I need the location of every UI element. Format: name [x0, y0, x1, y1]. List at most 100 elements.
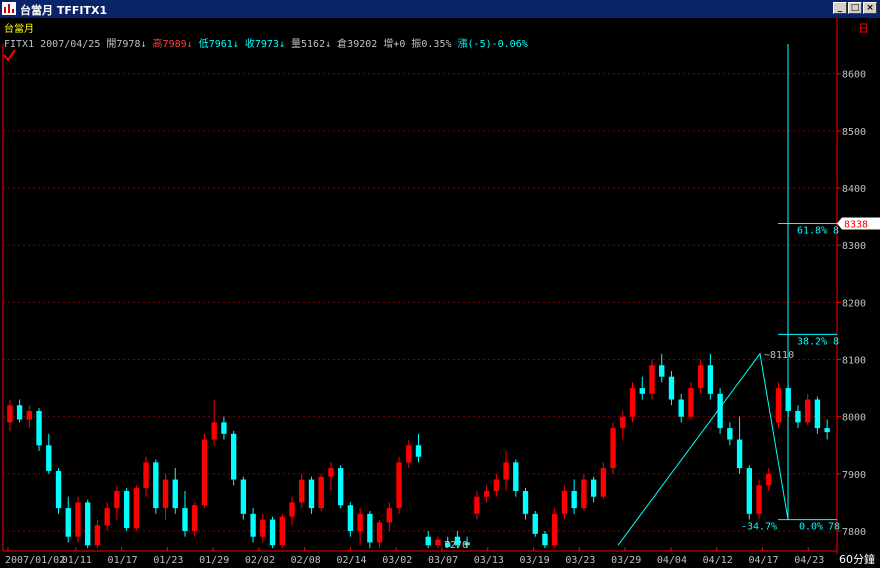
- candle-body: [46, 445, 52, 471]
- candle-body: [376, 522, 383, 543]
- candle-body: [221, 422, 227, 434]
- candle-body: [629, 388, 636, 417]
- volume-arrow: ↓: [325, 39, 332, 50]
- candle-body: [396, 462, 402, 509]
- candlestick-chart[interactable]: 61.8%38.2%0.0%-34.7% 7888 780079008000810…: [0, 0, 880, 568]
- current-price-label: 8338: [844, 219, 868, 230]
- oi-value: 39202: [347, 39, 378, 50]
- y-tick-label: 8100: [842, 356, 866, 367]
- candle-body: [260, 519, 266, 537]
- candle-body: [16, 405, 23, 420]
- candle-body: [133, 488, 140, 529]
- x-tick-label: 04/17: [748, 555, 778, 566]
- low-label: 低: [198, 39, 209, 50]
- candle-body: [328, 468, 334, 477]
- candle-body: [143, 462, 149, 489]
- candle-body: [85, 502, 91, 546]
- fib-cut-marker: 8: [833, 225, 839, 236]
- candle-body: [795, 410, 801, 423]
- x-tick-label: 01/11: [62, 555, 92, 566]
- candle-body: [522, 490, 529, 514]
- candle-body: [552, 513, 558, 546]
- candle-body: [201, 439, 208, 506]
- candle-body: [513, 462, 519, 491]
- candle-body: [756, 485, 762, 514]
- open-value: 7978: [116, 39, 141, 50]
- fib-level-label: 0.0%: [799, 522, 823, 533]
- close-value: 7973: [254, 39, 279, 50]
- high-arrow: ↓: [186, 39, 193, 50]
- candle-body: [425, 536, 431, 546]
- x-tick-label: 03/13: [474, 555, 504, 566]
- candle-body: [697, 365, 704, 389]
- check-icon: [3, 49, 16, 62]
- candle-body: [289, 502, 295, 517]
- candle-body: [114, 490, 120, 509]
- candle-body: [775, 388, 782, 423]
- candle-body: [367, 513, 373, 543]
- candle-body: [192, 505, 198, 531]
- x-tick-label: 03/23: [565, 555, 595, 566]
- period-label[interactable]: 60分鐘: [839, 552, 875, 566]
- fib-level-label: 61.8%: [797, 225, 827, 236]
- candle-body: [503, 462, 509, 480]
- fibonacci-retracement[interactable]: 61.8%38.2%0.0%-34.7% 7888: [617, 44, 840, 546]
- x-tick-label: 2007/01/02: [5, 555, 65, 566]
- minimize-button[interactable]: _: [833, 2, 847, 14]
- candle-body: [590, 479, 597, 497]
- high-label: 高: [152, 39, 163, 50]
- candle-body: [746, 468, 752, 514]
- candle-body: [75, 502, 81, 537]
- x-tick-label: 03/07: [428, 555, 458, 566]
- quote-bar: FITX1 2007/04/25 開7978↓ 高7989↓ 低7961↓ 收7…: [4, 35, 528, 50]
- x-tick-label: 03/19: [520, 555, 550, 566]
- candle-body: [299, 479, 305, 503]
- candles: [7, 353, 830, 549]
- x-tick-label: 02/08: [291, 555, 321, 566]
- candle-body: [279, 516, 285, 546]
- candle-body: [36, 410, 42, 446]
- candle-body: [269, 519, 276, 546]
- candle-body: [318, 476, 324, 509]
- candle-body: [65, 508, 71, 537]
- candle-body: [406, 445, 412, 463]
- candle-body: [542, 533, 548, 546]
- volume-value: 5162: [301, 39, 326, 50]
- candle-body: [386, 508, 392, 523]
- close-label: 收: [244, 39, 255, 50]
- low-value: 7961: [208, 39, 233, 50]
- restore-button[interactable]: □: [848, 2, 862, 14]
- candle-body: [7, 405, 13, 423]
- low-arrow: ↓: [232, 39, 239, 50]
- x-axis-ticks: 2007/01/0201/11 01/17 01/23 01/29 02/02 02/08…: [5, 547, 824, 566]
- candle-body: [250, 513, 256, 537]
- y-tick-label: 8400: [842, 184, 866, 195]
- candle-body: [659, 365, 665, 377]
- close-button[interactable]: ×: [863, 2, 877, 14]
- x-tick-label: 04/23: [794, 555, 824, 566]
- candle-body: [620, 416, 626, 429]
- price-change: 漲(-5)-0.06%: [457, 39, 528, 50]
- candle-body: [824, 428, 830, 433]
- open-arrow: ↓: [140, 39, 147, 50]
- x-tick-label: 01/29: [199, 555, 229, 566]
- fib-extension-label: -34.7%: [741, 522, 777, 533]
- quote-date: 2007/04/25: [40, 39, 101, 50]
- candle-body: [649, 365, 655, 394]
- window-titlebar[interactable]: 台當月 TFFITX1 _ □ ×: [0, 0, 880, 18]
- y-tick-label: 8600: [842, 70, 866, 81]
- oi-label: 倉: [337, 39, 348, 50]
- candle-body: [766, 473, 772, 486]
- candle-body: [610, 428, 616, 469]
- day-indicator: 日: [858, 22, 869, 35]
- fib-level-label: 38.2%: [797, 336, 827, 347]
- candle-body: [153, 462, 159, 509]
- candle-body: [26, 410, 32, 420]
- candle-body: [561, 490, 568, 514]
- candle-body: [493, 479, 500, 491]
- y-axis-ticks: 7800 7900 8000 8100 8200 8300 8400 8500 8600 8338: [837, 70, 880, 538]
- x-tick-label: 03/29: [611, 555, 641, 566]
- candle-body: [571, 490, 577, 509]
- candle-body: [415, 445, 422, 457]
- candle-body: [123, 490, 130, 529]
